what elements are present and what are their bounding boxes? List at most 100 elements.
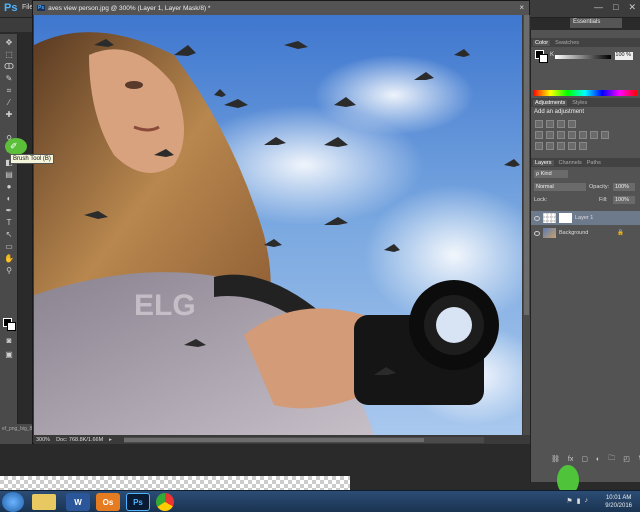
tab-channels[interactable]: Channels — [559, 160, 582, 166]
type-tool-icon[interactable]: T — [3, 218, 15, 227]
move-tool-icon[interactable]: ✥ — [3, 38, 15, 47]
layer-kind-filter[interactable]: ρ Kind — [534, 170, 568, 178]
tab-styles[interactable]: Styles — [572, 100, 587, 106]
add-mask-icon[interactable]: ▢ — [581, 455, 588, 463]
brush-tool-icon[interactable]: ✐ — [10, 141, 18, 152]
fill-input[interactable]: 100% — [613, 196, 635, 204]
image-canvas[interactable]: ELG — [34, 15, 522, 435]
minimize-icon[interactable]: — — [594, 2, 603, 13]
status-arrow-icon[interactable]: ▸ — [109, 437, 112, 443]
color-spectrum-bar[interactable] — [533, 90, 637, 96]
office-icon[interactable]: Os — [96, 493, 120, 511]
marquee-tool-icon[interactable]: ⬚ — [3, 50, 15, 59]
zoom-level[interactable]: 300% — [36, 437, 50, 443]
adjustment-layer-icon[interactable]: ◐ — [596, 456, 600, 463]
gradient-map-adjust-icon[interactable] — [568, 142, 576, 150]
blend-mode-select[interactable]: Normal — [534, 183, 586, 191]
dodge-tool-icon[interactable]: ◐ — [3, 194, 15, 203]
opacity-input[interactable]: 100% — [613, 183, 635, 191]
layer-row-background[interactable]: Background 🔒 — [531, 226, 640, 240]
horizontal-scrollbar[interactable] — [123, 436, 484, 443]
healing-tool-icon[interactable]: ✚ — [3, 110, 15, 119]
layer-thumbnail — [543, 213, 556, 223]
selective-color-adjust-icon[interactable] — [579, 142, 587, 150]
document-tab[interactable]: Ps aves view person.jpg @ 300% (Layer 1,… — [33, 1, 529, 15]
layer-mask-thumbnail[interactable] — [559, 213, 572, 223]
tab-layers[interactable]: Layers — [533, 159, 554, 166]
background-document-tab[interactable]: ef_png_big_8 — [0, 424, 32, 444]
close-document-icon[interactable]: × — [519, 3, 524, 12]
link-layers-icon[interactable]: ⛓ — [551, 455, 560, 463]
channel-value-input[interactable]: 100 % — [615, 52, 633, 60]
shape-tool-icon[interactable]: ▭ — [3, 242, 15, 251]
new-group-icon[interactable]: 🗀 — [608, 454, 615, 465]
background-color-swatch[interactable] — [7, 322, 16, 331]
threshold-adjust-icon[interactable] — [557, 142, 565, 150]
quick-select-tool-icon[interactable]: ✎ — [3, 74, 15, 83]
new-layer-icon[interactable]: ◰ — [623, 455, 630, 463]
lasso-tool-icon[interactable]: ↀ — [3, 62, 15, 71]
invert-adjust-icon[interactable] — [535, 142, 543, 150]
tab-adjustments[interactable]: Adjustments — [533, 99, 568, 106]
adjustments-panel-tabs: Adjustments Styles — [531, 98, 640, 107]
volume-icon[interactable]: ♪ — [585, 497, 589, 505]
color-balance-adjust-icon[interactable] — [557, 131, 565, 139]
blur-tool-icon[interactable]: ● — [3, 182, 15, 191]
vibrance-adjust-icon[interactable] — [535, 131, 543, 139]
exposure-adjust-icon[interactable] — [568, 120, 576, 128]
channel-mixer-adjust-icon[interactable] — [590, 131, 598, 139]
tab-swatches[interactable]: Swatches — [555, 40, 579, 46]
flag-icon[interactable]: ⚑ — [566, 497, 572, 505]
black-white-adjust-icon[interactable] — [568, 131, 576, 139]
hue-saturation-adjust-icon[interactable] — [546, 131, 554, 139]
start-button[interactable] — [2, 492, 24, 512]
layers-panel-tabs: Layers Channels Paths — [531, 158, 640, 167]
quick-mask-icon[interactable]: ◙ — [3, 336, 15, 345]
windows-taskbar: W Os Ps ⬤ ⚑ ▮ ♪ 10:01 AM 9/20/2016 — [0, 490, 640, 512]
file-explorer-icon[interactable] — [32, 494, 56, 510]
word-icon[interactable]: W — [66, 493, 90, 511]
layer-name[interactable]: Layer 1 — [575, 215, 593, 221]
chrome-icon[interactable]: ⬤ — [156, 493, 174, 511]
photoshop-taskbar-icon[interactable]: Ps — [126, 493, 150, 511]
vertical-scrollbar[interactable] — [523, 15, 530, 435]
posterize-adjust-icon[interactable] — [546, 142, 554, 150]
crop-tool-icon[interactable]: ⌗ — [3, 86, 15, 95]
eyedropper-tool-icon[interactable]: ⁄ — [3, 98, 15, 107]
status-bar: 300% Doc: 768.8K/1.66M ▸ — [34, 435, 530, 444]
workspace-switcher[interactable]: Essentials — [570, 18, 622, 28]
close-icon[interactable]: ✕ — [628, 2, 636, 13]
color-lookup-adjust-icon[interactable] — [601, 131, 609, 139]
clock[interactable]: 10:01 AM 9/20/2016 — [605, 494, 632, 510]
network-icon[interactable]: ▮ — [577, 497, 581, 505]
layer-name[interactable]: Background — [559, 230, 588, 236]
channel-slider[interactable] — [555, 55, 611, 59]
tool-tooltip: Brush Tool (B) — [10, 154, 54, 164]
curves-adjust-icon[interactable] — [557, 120, 565, 128]
color-panel-tabs: Color Swatches — [531, 38, 640, 47]
levels-adjust-icon[interactable] — [546, 120, 554, 128]
zoom-tool-icon[interactable]: ⚲ — [3, 266, 15, 275]
visibility-eye-icon[interactable] — [534, 215, 540, 221]
photo-content: ELG — [34, 15, 522, 435]
maximize-icon[interactable]: □ — [613, 2, 618, 13]
right-panel-dock: Color Swatches K 100 % Adjustments Style… — [530, 30, 640, 482]
visibility-eye-icon[interactable] — [534, 230, 540, 236]
vertical-scroll-thumb[interactable] — [524, 15, 529, 315]
fx-icon[interactable]: fx — [568, 456, 573, 463]
pen-tool-icon[interactable]: ✒ — [3, 206, 15, 215]
horizontal-scroll-thumb[interactable] — [123, 437, 424, 442]
tab-paths[interactable]: Paths — [587, 160, 601, 166]
doc-size-info[interactable]: Doc: 768.8K/1.66M — [56, 437, 103, 443]
hand-tool-icon[interactable]: ✋ — [3, 254, 15, 263]
layer-row-layer-1[interactable]: Layer 1 — [531, 211, 640, 225]
screen-mode-icon[interactable]: ▣ — [3, 350, 15, 359]
document-title: aves view person.jpg @ 300% (Layer 1, La… — [48, 4, 211, 12]
gradient-tool-icon[interactable]: ▤ — [3, 170, 15, 179]
photo-filter-adjust-icon[interactable] — [579, 131, 587, 139]
path-select-tool-icon[interactable]: ↖ — [3, 230, 15, 239]
tab-color[interactable]: Color — [533, 39, 551, 46]
brightness-adjust-icon[interactable] — [535, 120, 543, 128]
window-controls: — □ ✕ — [594, 2, 636, 13]
color-background-swatch[interactable] — [539, 54, 548, 63]
